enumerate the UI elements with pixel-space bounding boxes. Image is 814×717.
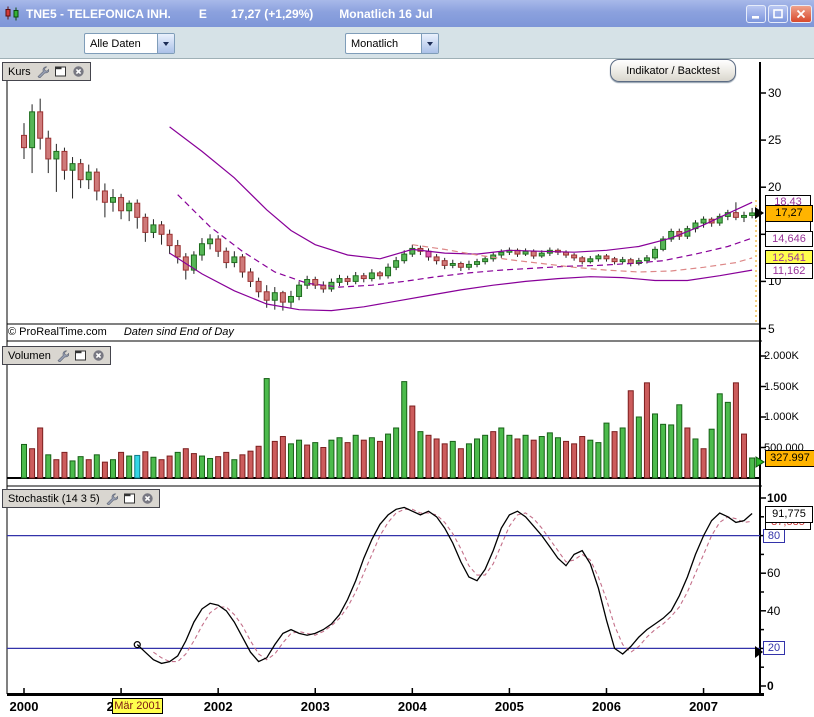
- chart-canvas[interactable]: [0, 0, 814, 717]
- candlestick-app-icon: [4, 6, 22, 21]
- panel-tab-kurs-label: Kurs: [8, 66, 31, 78]
- data-range-value: Alle Daten: [85, 38, 157, 50]
- title-price-change: 17,27 (+1,29%): [231, 7, 313, 21]
- panel-tab-volumen-label: Volumen: [8, 350, 51, 362]
- maximize-button[interactable]: [768, 5, 788, 23]
- copyright-text: © ProRealTime.com: [8, 326, 107, 338]
- selected-date-badge: Mär 2001: [112, 698, 163, 714]
- panel-tab-stochastik-label: Stochastik (14 3 5): [8, 493, 100, 505]
- stochastic-start-marker: [134, 642, 140, 648]
- wrench-icon[interactable]: [36, 65, 49, 78]
- window-title: TNE5 - TELEFONICA INH.: [26, 7, 171, 21]
- new-window-icon[interactable]: [54, 65, 67, 78]
- new-window-icon[interactable]: [74, 349, 87, 362]
- close-button[interactable]: [790, 5, 812, 23]
- indicator-backtest-button[interactable]: Indikator / Backtest: [610, 59, 736, 82]
- panel-tab-volumen[interactable]: Volumen: [2, 346, 111, 365]
- title-currency: E: [199, 7, 207, 21]
- title-period-date: Monatlich 16 Jul: [339, 7, 746, 21]
- close-panel-icon[interactable]: [141, 492, 154, 505]
- panel-tab-kurs[interactable]: Kurs: [2, 62, 91, 81]
- period-select[interactable]: Monatlich: [345, 33, 439, 54]
- data-range-select[interactable]: Alle Daten: [84, 33, 175, 54]
- close-panel-icon[interactable]: [92, 349, 105, 362]
- wrench-icon[interactable]: [56, 349, 69, 362]
- toolbar: Alle Daten Monatlich Indikator / Backtes…: [0, 27, 814, 59]
- data-note-text: Daten sind End of Day: [124, 326, 234, 338]
- panel-tab-stochastik[interactable]: Stochastik (14 3 5): [2, 489, 160, 508]
- wrench-icon[interactable]: [105, 492, 118, 505]
- chevron-down-icon[interactable]: [157, 34, 174, 53]
- stochastic-k-line: [137, 507, 752, 663]
- close-panel-icon[interactable]: [72, 65, 85, 78]
- chevron-down-icon[interactable]: [421, 34, 438, 53]
- copyright-line: © ProRealTime.com Daten sind End of Day: [8, 326, 234, 338]
- minimize-button[interactable]: [746, 5, 766, 23]
- window-titlebar: TNE5 - TELEFONICA INH. E 17,27 (+1,29%) …: [0, 0, 814, 27]
- new-window-icon[interactable]: [123, 492, 136, 505]
- period-value: Monatlich: [346, 38, 421, 50]
